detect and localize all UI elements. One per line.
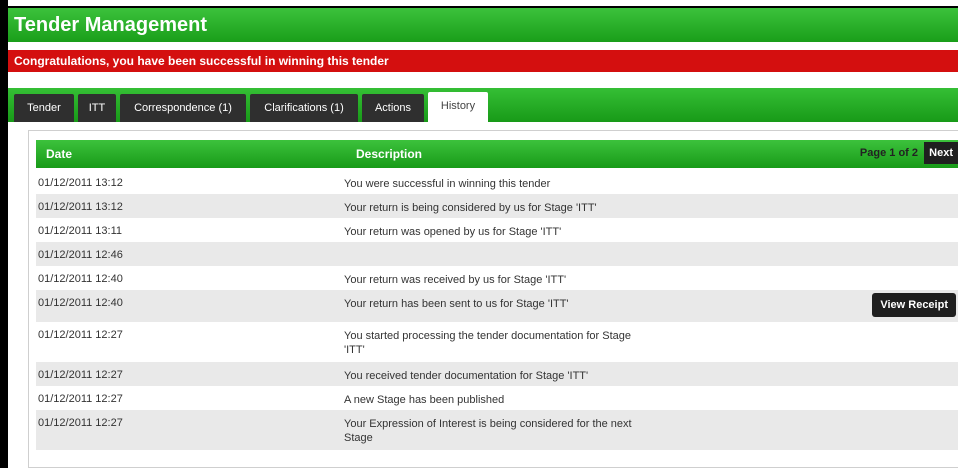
table-row: 01/12/2011 12:40 Your return has been se… [36,290,958,322]
row-date: 01/12/2011 12:27 [38,369,123,381]
table-row: 01/12/2011 12:27 A new Stage has been pu… [36,386,958,410]
row-date: 01/12/2011 13:12 [38,201,123,213]
row-date: 01/12/2011 12:27 [38,417,123,429]
column-header-description: Description [356,147,423,161]
row-description: Your Expression of Interest is being con… [344,418,632,444]
row-description: Your return has been sent to us for Stag… [344,298,569,310]
row-description: You received tender documentation for St… [344,370,589,382]
table-row: 01/12/2011 13:12 You were successful in … [36,170,958,194]
tab-tender[interactable]: Tender [14,94,74,122]
page-title: Tender Management [8,6,958,42]
next-page-button[interactable]: Next [924,142,958,164]
row-date: 01/12/2011 12:40 [38,297,123,309]
table-row: 01/12/2011 12:46 [36,242,958,266]
tab-correspondence[interactable]: Correspondence (1) [120,94,246,122]
table-row: 01/12/2011 13:11 Your return was opened … [36,218,958,242]
view-receipt-button[interactable]: View Receipt [872,293,956,317]
row-description: A new Stage has been published [344,394,505,406]
tab-history[interactable]: History [428,92,488,122]
tab-clarifications[interactable]: Clarifications (1) [250,94,358,122]
row-description: You were successful in winning this tend… [344,178,551,190]
table-row: 01/12/2011 12:40 Your return was receive… [36,266,958,290]
table-row: 01/12/2011 12:27 Your Expression of Inte… [36,410,958,450]
tab-bar: Tender ITT Correspondence (1) Clarificat… [8,88,958,122]
tab-actions[interactable]: Actions [362,94,424,122]
table-row: 01/12/2011 12:27 You started processing … [36,322,958,362]
row-date: 01/12/2011 13:12 [38,177,123,189]
row-date: 01/12/2011 12:40 [38,273,123,285]
window-border [0,0,8,468]
history-table-body: 01/12/2011 13:12 You were successful in … [36,170,958,450]
page-indicator: Page 1 of 2 [859,147,918,159]
table-row: 01/12/2011 13:12 Your return is being co… [36,194,958,218]
row-description: Your return is being considered by us fo… [344,202,597,214]
success-alert: Congratulations, you have been successfu… [8,50,958,72]
row-description: You started processing the tender docume… [344,330,632,356]
row-description: Your return was received by us for Stage… [344,274,567,286]
row-date: 01/12/2011 13:11 [38,225,123,237]
tab-itt[interactable]: ITT [78,94,116,122]
row-date: 01/12/2011 12:46 [38,249,123,261]
row-date: 01/12/2011 12:27 [38,329,123,341]
tender-management-window: Tender Management Congratulations, you h… [0,0,958,468]
column-header-date: Date [46,147,73,161]
table-row: 01/12/2011 12:27 You received tender doc… [36,362,958,386]
row-description: Your return was opened by us for Stage '… [344,226,562,238]
row-date: 01/12/2011 12:27 [38,393,123,405]
history-table-header: Date Description Page 1 of 2 Next [36,140,958,168]
